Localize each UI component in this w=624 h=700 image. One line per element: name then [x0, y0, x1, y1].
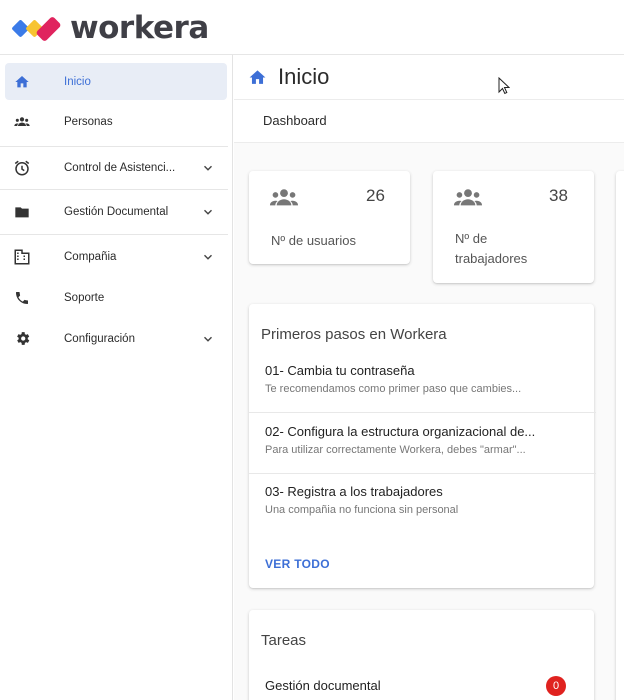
- mouse-cursor-icon: [498, 77, 510, 95]
- home-icon: [13, 73, 31, 91]
- chevron-down-icon[interactable]: [201, 161, 215, 175]
- see-all-link[interactable]: VER TODO: [265, 557, 330, 571]
- sidebar-item-label: Configuración: [64, 332, 135, 345]
- first-steps-title: Primeros pasos en Workera: [261, 326, 447, 343]
- step-item[interactable]: 03- Registra a los trabajadores Una comp…: [249, 474, 596, 534]
- step-title: 01- Cambia tu contraseña: [265, 363, 415, 378]
- stat-label: Nº de trabajadores: [455, 231, 528, 266]
- tasks-card: Tareas Gestión documental 0: [249, 610, 594, 700]
- step-title: 03- Registra a los trabajadores: [265, 484, 443, 499]
- page-header: Inicio: [234, 55, 624, 100]
- sidebar-item-control-asistencia[interactable]: Control de Asistenci...: [5, 149, 227, 186]
- gear-icon: [13, 330, 31, 348]
- people-icon: [269, 189, 299, 206]
- sidebar-item-personas[interactable]: Personas: [5, 103, 227, 140]
- step-title: 02- Configura la estructura organizacion…: [265, 424, 536, 439]
- app-header: workera: [0, 0, 624, 55]
- people-icon: [13, 113, 31, 131]
- people-icon: [453, 189, 483, 206]
- sidebar-item-gestion-documental[interactable]: Gestión Documental: [5, 193, 227, 230]
- tab-dashboard[interactable]: Dashboard: [263, 113, 327, 128]
- sidebar-item-configuracion[interactable]: Configuración: [5, 320, 227, 357]
- tab-strip: Dashboard: [234, 100, 624, 143]
- chevron-down-icon[interactable]: [201, 332, 215, 346]
- sidebar-item-label: Gestión Documental: [64, 205, 169, 218]
- tasks-title: Tareas: [261, 632, 307, 649]
- home-icon: [249, 70, 266, 84]
- task-count-badge: 0: [546, 676, 566, 696]
- sidebar-item-label: Soporte: [64, 291, 105, 304]
- brand-name: workera: [70, 10, 209, 46]
- step-description: Una compañia no funciona sin personal: [265, 504, 459, 516]
- sidebar-item-label: Control de Asistenci...: [64, 161, 176, 174]
- sidebar-item-inicio[interactable]: Inicio: [5, 63, 227, 100]
- stat-card-usuarios: 26 Nº de usuarios: [249, 171, 410, 264]
- folder-icon: [13, 203, 31, 221]
- stat-value: 26: [366, 186, 385, 205]
- stat-value: 38: [549, 186, 568, 205]
- divider: [0, 189, 228, 190]
- chevron-down-icon[interactable]: [201, 250, 215, 264]
- stat-label: Nº de usuarios: [271, 233, 356, 248]
- sidebar-item-label: Personas: [64, 115, 113, 128]
- task-label[interactable]: Gestión documental: [265, 678, 381, 693]
- chevron-down-icon[interactable]: [201, 205, 215, 219]
- building-icon: [13, 248, 31, 266]
- stat-card-trabajadores: 38 Nº de trabajadores: [433, 171, 594, 283]
- phone-icon: [13, 289, 31, 307]
- sidebar-item-label: Compañia: [64, 250, 117, 263]
- sidebar-item-soporte[interactable]: Soporte: [5, 279, 227, 316]
- divider: [0, 146, 228, 147]
- step-description: Para utilizar correctamente Workera, deb…: [265, 444, 526, 456]
- step-item[interactable]: 02- Configura la estructura organizacion…: [249, 414, 596, 474]
- workera-logo[interactable]: workera: [12, 10, 209, 46]
- step-item[interactable]: 01- Cambia tu contraseña Te recomendamos…: [249, 353, 596, 413]
- step-description: Te recomendamos como primer paso que cam…: [265, 383, 522, 395]
- first-steps-card: Primeros pasos en Workera 01- Cambia tu …: [249, 304, 596, 588]
- sidebar: Inicio Personas Control de Asistenci... …: [0, 55, 233, 700]
- logo-mark-icon: [12, 17, 61, 41]
- side-card-partial: [616, 171, 624, 700]
- sidebar-item-label: Inicio: [64, 75, 91, 88]
- sidebar-item-compania[interactable]: Compañia: [5, 238, 227, 275]
- main-content: Inicio Dashboard 26 Nº de usuarios 38 Nº…: [234, 55, 624, 700]
- alarm-clock-icon: [13, 159, 31, 177]
- divider: [0, 234, 228, 235]
- page-title: Inicio: [278, 64, 330, 89]
